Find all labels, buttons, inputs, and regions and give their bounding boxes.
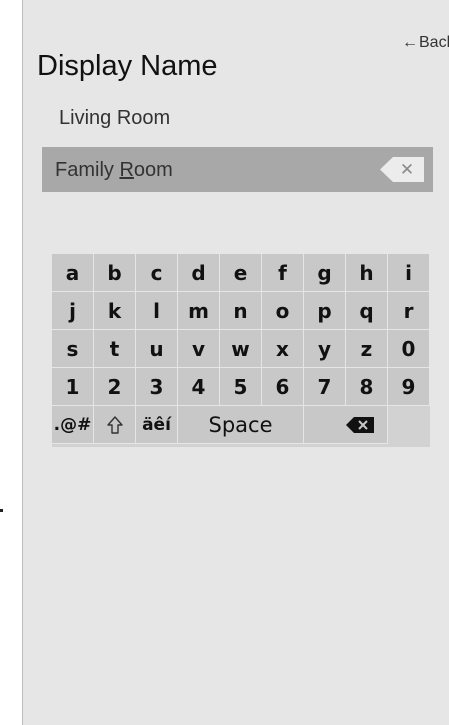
key-j[interactable]: j [52, 292, 94, 330]
on-screen-keyboard: a b c d e f g h i j k l m n o p q r s t u v w x y z 0 1 2 3 4 5 6 7 8 9 .@# … [52, 254, 430, 447]
key-3[interactable]: 3 [136, 368, 178, 406]
input-text-before: Family [55, 159, 120, 181]
key-d[interactable]: d [178, 254, 220, 292]
key-v[interactable]: v [178, 330, 220, 368]
key-5[interactable]: 5 [220, 368, 262, 406]
key-0[interactable]: 0 [388, 330, 430, 368]
key-b[interactable]: b [94, 254, 136, 292]
key-n[interactable]: n [220, 292, 262, 330]
key-o[interactable]: o [262, 292, 304, 330]
key-p[interactable]: p [304, 292, 346, 330]
back-button[interactable]: ←Back [402, 34, 449, 52]
current-name-option[interactable]: Living Room [59, 107, 170, 130]
key-a[interactable]: a [52, 254, 94, 292]
key-1[interactable]: 1 [52, 368, 94, 406]
input-cursor-char: R [119, 159, 134, 181]
key-y[interactable]: y [304, 330, 346, 368]
key-e[interactable]: e [220, 254, 262, 292]
key-g[interactable]: g [304, 254, 346, 292]
input-text-after: oom [133, 159, 173, 181]
key-h[interactable]: h [346, 254, 388, 292]
key-z[interactable]: z [346, 330, 388, 368]
key-8[interactable]: 8 [346, 368, 388, 406]
key-f[interactable]: f [262, 254, 304, 292]
key-9[interactable]: 9 [388, 368, 430, 406]
key-s[interactable]: s [52, 330, 94, 368]
key-7[interactable]: 7 [304, 368, 346, 406]
key-k[interactable]: k [94, 292, 136, 330]
name-input-text[interactable]: Family Room [55, 159, 173, 182]
clear-input-button[interactable]: ✕ [380, 157, 424, 182]
key-x[interactable]: x [262, 330, 304, 368]
backspace-key[interactable] [304, 406, 388, 444]
key-2[interactable]: 2 [94, 368, 136, 406]
key-q[interactable]: q [346, 292, 388, 330]
decorative-dot [0, 509, 3, 512]
key-6[interactable]: 6 [262, 368, 304, 406]
name-input-field[interactable]: Family Room ✕ [42, 147, 433, 192]
close-icon: ✕ [399, 160, 415, 179]
key-l[interactable]: l [136, 292, 178, 330]
shift-key[interactable] [94, 406, 136, 444]
back-label: Back [419, 34, 449, 51]
key-symbols[interactable]: .@# [52, 406, 94, 444]
key-accents[interactable]: äêí [136, 406, 178, 444]
key-m[interactable]: m [178, 292, 220, 330]
key-i[interactable]: i [388, 254, 430, 292]
page-title: Display Name [37, 50, 218, 82]
key-r[interactable]: r [388, 292, 430, 330]
backspace-icon [346, 416, 374, 433]
key-4[interactable]: 4 [178, 368, 220, 406]
space-key[interactable]: Space [178, 406, 304, 444]
key-u[interactable]: u [136, 330, 178, 368]
key-w[interactable]: w [220, 330, 262, 368]
left-arrow-icon: ← [402, 34, 418, 51]
shift-arrow-icon [106, 415, 123, 434]
key-t[interactable]: t [94, 330, 136, 368]
key-c[interactable]: c [136, 254, 178, 292]
